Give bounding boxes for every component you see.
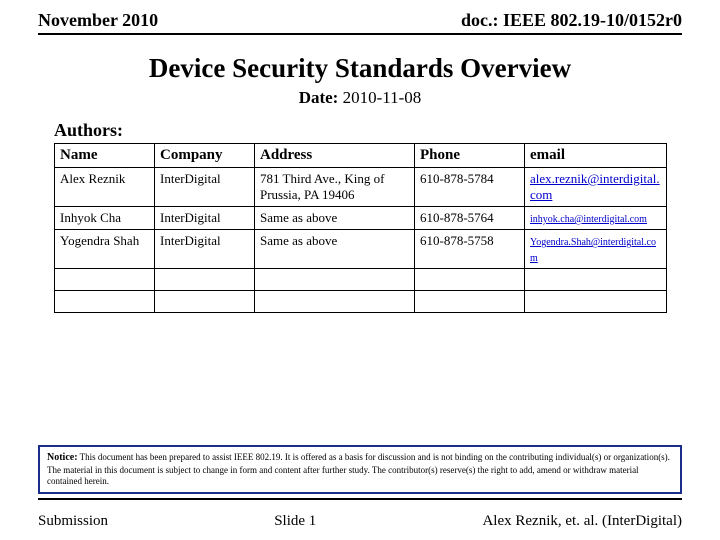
date-value: 2010-11-08 <box>338 88 421 107</box>
notice-label: Notice: <box>47 452 78 463</box>
table-row-empty <box>55 291 667 313</box>
notice-box: Notice: This document has been prepared … <box>38 445 682 494</box>
table-cell <box>255 291 415 313</box>
col-phone: Phone <box>415 144 525 168</box>
table-cell: InterDigital <box>155 207 255 230</box>
table-row: Alex ReznikInterDigital781 Third Ave., K… <box>55 168 667 207</box>
authors-label: Authors: <box>54 120 720 141</box>
table-cell-email: Yogendra.Shah@interdigital.com <box>525 230 667 269</box>
col-name: Name <box>55 144 155 168</box>
page-title: Device Security Standards Overview <box>0 53 720 84</box>
table-cell <box>525 269 667 291</box>
table-cell: 610-878-5764 <box>415 207 525 230</box>
table-cell: InterDigital <box>155 168 255 207</box>
table-cell: Same as above <box>255 230 415 269</box>
table-cell: 781 Third Ave., King of Prussia, PA 1940… <box>255 168 415 207</box>
table-cell <box>415 269 525 291</box>
table-cell: 610-878-5758 <box>415 230 525 269</box>
table-cell <box>525 291 667 313</box>
header-rule <box>38 33 682 35</box>
table-cell-email: alex.reznik@interdigital.com <box>525 168 667 207</box>
header-docnum: doc.: IEEE 802.19-10/0152r0 <box>461 10 682 31</box>
footer-bar: Submission Slide 1 Alex Reznik, et. al. … <box>38 513 682 530</box>
table-cell: Same as above <box>255 207 415 230</box>
table-cell <box>155 269 255 291</box>
table-cell <box>415 291 525 313</box>
footer-center: Slide 1 <box>274 513 316 530</box>
col-email: email <box>525 144 667 168</box>
authors-table: Name Company Address Phone email Alex Re… <box>54 143 667 313</box>
col-company: Company <box>155 144 255 168</box>
table-row: Yogendra ShahInterDigitalSame as above61… <box>55 230 667 269</box>
table-cell: Alex Reznik <box>55 168 155 207</box>
footer-right: Alex Reznik, et. al. (InterDigital) <box>482 513 682 530</box>
table-cell <box>55 269 155 291</box>
email-link[interactable]: alex.reznik@interdigital.com <box>530 171 660 202</box>
email-link[interactable]: inhyok.cha@interdigital.com <box>530 214 647 225</box>
table-cell <box>255 269 415 291</box>
table-row: Inhyok ChaInterDigitalSame as above610-8… <box>55 207 667 230</box>
footer-rule <box>38 498 682 500</box>
header-date: November 2010 <box>38 10 158 31</box>
table-cell: 610-878-5784 <box>415 168 525 207</box>
date-label: Date: <box>299 88 339 107</box>
table-header-row: Name Company Address Phone email <box>55 144 667 168</box>
table-cell: Inhyok Cha <box>55 207 155 230</box>
notice-text: This document has been prepared to assis… <box>47 452 670 486</box>
date-line: Date: 2010-11-08 <box>0 88 720 108</box>
footer-left: Submission <box>38 513 108 530</box>
col-address: Address <box>255 144 415 168</box>
table-cell: Yogendra Shah <box>55 230 155 269</box>
table-cell-email: inhyok.cha@interdigital.com <box>525 207 667 230</box>
table-row-empty <box>55 269 667 291</box>
header-bar: November 2010 doc.: IEEE 802.19-10/0152r… <box>0 0 720 33</box>
table-cell <box>55 291 155 313</box>
table-cell <box>155 291 255 313</box>
email-link[interactable]: Yogendra.Shah@interdigital.com <box>530 237 656 264</box>
table-cell: InterDigital <box>155 230 255 269</box>
